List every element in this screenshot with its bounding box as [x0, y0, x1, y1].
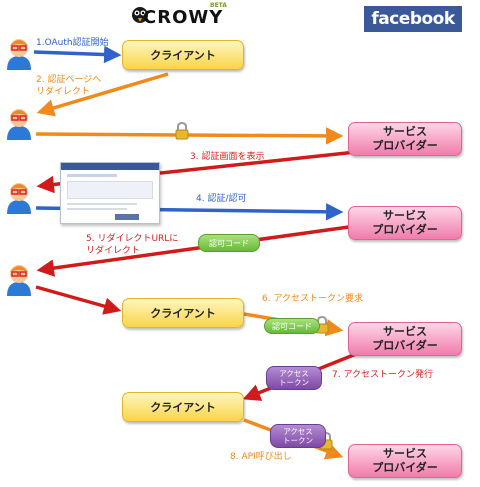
access-token-pill: アクセス トークン	[266, 366, 322, 390]
facebook-login-screenshot	[60, 162, 160, 224]
service-provider-box-4: サービス プロバイダー	[348, 444, 462, 478]
service-provider-box-2: サービス プロバイダー	[348, 206, 462, 240]
padlock-icon	[175, 122, 189, 140]
crowy-wordmark: CROWY	[143, 7, 224, 28]
step5-label-line2: リダイレクト	[86, 246, 141, 256]
crowy-beta-label: BETA	[210, 2, 227, 9]
oauth-flow-diagram: CROWY BETA facebook クライアント クライアント クライアント…	[0, 0, 480, 487]
step4-label: 4. 認証/認可	[196, 194, 247, 204]
step8-label: 8. API呼び出し	[230, 452, 292, 462]
step2-label-line2: リダイレクト	[36, 87, 91, 97]
client-box-1: クライアント	[122, 40, 244, 70]
step6-label: 6. アクセストークン要求	[262, 294, 363, 304]
access-token-pill: アクセス トークン	[270, 424, 326, 448]
step7-label: 7. アクセストークン発行	[332, 370, 433, 380]
facebook-logo: facebook	[364, 6, 462, 32]
arrow-to-client2	[35, 285, 122, 315]
user-avatar-icon	[7, 39, 31, 70]
user-avatar-icon	[7, 183, 31, 214]
service-provider-box-1: サービス プロバイダー	[348, 122, 462, 156]
arrow-step1	[33, 45, 122, 64]
client-box-3: クライアント	[122, 392, 244, 422]
auth-code-pill: 認可コード	[198, 234, 260, 252]
step1-label: 1.OAuth認証開始	[36, 38, 109, 48]
step5-label-line1: 5. リダイレクトURLに	[86, 234, 179, 244]
client-box-2: クライアント	[122, 298, 244, 328]
step3-label: 3. 認証画面を表示	[190, 152, 265, 162]
service-provider-box-3: サービス プロバイダー	[348, 322, 462, 356]
step2-label-line1: 2. 認証ページへ	[36, 75, 102, 85]
user-avatar-icon	[7, 109, 31, 140]
user-avatar-icon	[7, 265, 31, 296]
auth-code-pill: 認可コード	[264, 318, 320, 334]
